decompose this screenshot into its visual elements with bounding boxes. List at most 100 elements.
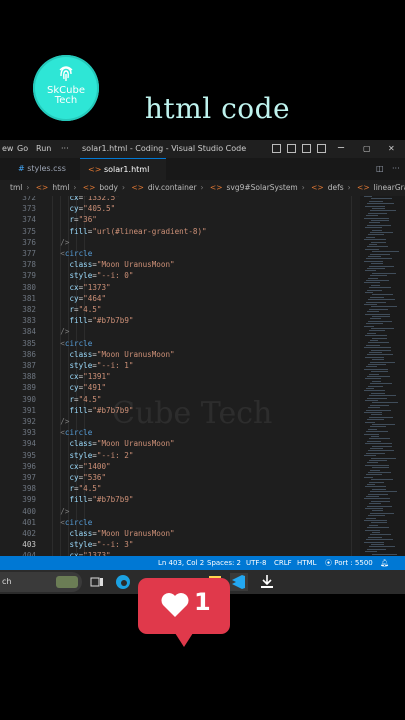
minimap-line <box>368 472 391 473</box>
minimap-line <box>372 488 386 490</box>
code-line[interactable]: 383 fill="#b7b7b9" <box>0 315 360 326</box>
code-line[interactable]: 397 cy="536" <box>0 472 360 483</box>
code-line[interactable]: 377 <circle <box>0 248 360 259</box>
code-line[interactable]: 403 style="--i: 3" <box>0 539 360 550</box>
minimap-line <box>371 544 384 545</box>
download-icon[interactable] <box>258 573 276 591</box>
split-editor-icon[interactable]: ◫ <box>376 158 384 180</box>
minimap[interactable] <box>360 196 405 558</box>
minimap-line <box>368 256 381 257</box>
like-badge[interactable]: 1 <box>138 578 230 647</box>
code-line[interactable]: 398 r="4.5" <box>0 483 360 494</box>
language-mode[interactable]: HTML <box>297 556 316 570</box>
cursor-position[interactable]: Ln 403, Col 2 <box>158 556 204 570</box>
code-line[interactable]: 396 cx="1400" <box>0 461 360 472</box>
encoding[interactable]: UTF-8 <box>246 556 266 570</box>
menu-more[interactable]: ··· <box>61 140 69 158</box>
code-line[interactable]: 382 r="4.5" <box>0 304 360 315</box>
minimap-line <box>365 529 380 531</box>
minimap-line <box>369 200 383 202</box>
breadcrumb-item[interactable]: tml <box>10 183 22 192</box>
minimap-line <box>364 304 377 305</box>
breadcrumb-item[interactable]: div.container <box>148 183 197 192</box>
tab-label: styles.css <box>27 164 66 173</box>
minimap-line <box>368 342 389 344</box>
code-text: fill="#b7b7b9" <box>69 405 134 415</box>
code-text: style="--i: 0" <box>69 271 134 281</box>
code-line[interactable]: 385 <circle <box>0 338 360 349</box>
code-line[interactable]: 375 fill="url(#linear-gradient-8)" <box>0 226 360 237</box>
breadcrumb-item[interactable]: body <box>99 183 118 192</box>
code-text: cx="1332.5" <box>69 196 120 202</box>
code-line[interactable]: 390 r="4.5" <box>0 394 360 405</box>
task-view-icon[interactable] <box>88 573 106 591</box>
code-line[interactable]: 393 <circle <box>0 427 360 438</box>
code-line[interactable]: 384 /> <box>0 326 360 337</box>
indentation[interactable]: Spaces: 2 <box>207 556 241 570</box>
edge-icon[interactable] <box>114 573 132 591</box>
end-of-line[interactable]: CRLF <box>274 556 292 570</box>
vscode-icon[interactable] <box>230 573 248 591</box>
tab-solar1-html[interactable]: <> solar1.html ✕ <box>80 158 166 196</box>
minimap-line <box>370 318 381 320</box>
tab-styles-css[interactable]: # styles.css <box>10 158 74 180</box>
line-number: 379 <box>22 271 36 281</box>
breadcrumb-item[interactable]: linearGradient#linear-gradient-3 <box>374 183 405 192</box>
layout-icon[interactable] <box>317 144 326 153</box>
menu-edit[interactable]: ew <box>2 140 13 158</box>
minimap-line <box>364 325 374 327</box>
code-text: r="4.5" <box>69 305 102 314</box>
maximize-icon[interactable]: ▢ <box>363 140 371 158</box>
close-window-icon[interactable]: ✕ <box>388 140 395 158</box>
breadcrumb-item[interactable]: defs <box>328 183 344 192</box>
code-line[interactable]: 378 class="Moon UranusMoon" <box>0 259 360 270</box>
breadcrumb-item[interactable]: svg9#SolarSystem <box>227 183 298 192</box>
code-line[interactable]: 394 class="Moon UranusMoon" <box>0 438 360 449</box>
code-line[interactable]: 372 cx="1332.5" <box>0 196 360 203</box>
code-line[interactable]: 399 fill="#b7b7b9" <box>0 494 360 505</box>
menu-go[interactable]: Go <box>17 140 28 158</box>
code-line[interactable]: 395 style="--i: 2" <box>0 450 360 461</box>
toggle-panel-icon[interactable] <box>287 144 296 153</box>
minimap-line <box>368 212 387 214</box>
minimap-line <box>367 397 387 399</box>
code-line[interactable]: 402 class="Moon UranusMoon" <box>0 528 360 539</box>
toggle-secondary-sidebar-icon[interactable] <box>302 144 311 153</box>
minimap-line <box>366 236 375 238</box>
minimap-line <box>372 337 387 339</box>
line-number: 378 <box>22 260 36 270</box>
minimap-line <box>366 301 386 303</box>
minimap-line <box>366 280 389 281</box>
code-text: fill="#b7b7b9" <box>69 316 134 326</box>
line-number: 391 <box>22 405 36 415</box>
minimap-line <box>364 217 389 219</box>
code-text: cy="536" <box>69 473 107 482</box>
minimap-line <box>366 431 388 433</box>
code-line[interactable]: 380 cx="1373" <box>0 282 360 293</box>
toggle-primary-sidebar-icon[interactable] <box>272 144 281 153</box>
code-line[interactable]: 388 cx="1391" <box>0 371 360 382</box>
minimap-line <box>364 368 388 370</box>
minimap-line <box>370 469 380 471</box>
live-server-port[interactable]: ⦿ Port : 5500 <box>325 556 373 570</box>
minimize-icon[interactable]: ─ <box>338 140 344 158</box>
code-line[interactable]: 386 class="Moon UranusMoon" <box>0 349 360 360</box>
code-line[interactable]: 400 /> <box>0 506 360 517</box>
code-line[interactable]: 376 /> <box>0 237 360 248</box>
code-editor[interactable]: Cube Tech 372 cx="1332.5" 373 cy="405.5" 3… <box>0 196 405 558</box>
taskbar-search[interactable]: ch <box>0 572 82 592</box>
code-line[interactable]: 374 r="36" <box>0 214 360 225</box>
code-line[interactable]: 389 cy="491" <box>0 382 360 393</box>
breadcrumb-item[interactable]: html <box>52 183 69 192</box>
code-line[interactable]: 401 <circle <box>0 517 360 528</box>
code-line[interactable]: 379 style="--i: 0" <box>0 270 360 281</box>
code-line[interactable]: 392 /> <box>0 416 360 427</box>
line-number: 385 <box>22 338 36 348</box>
code-line[interactable]: 381 cy="464" <box>0 293 360 304</box>
bell-icon[interactable]: 🔔︎ <box>380 556 389 570</box>
code-line[interactable]: 387 style="--i: 1" <box>0 360 360 371</box>
code-line[interactable]: 373 cy="405.5" <box>0 203 360 214</box>
menu-run[interactable]: Run <box>36 140 51 158</box>
code-line[interactable]: 391 fill="#b7b7b9" <box>0 405 360 416</box>
more-actions-icon[interactable]: ··· <box>392 158 400 180</box>
